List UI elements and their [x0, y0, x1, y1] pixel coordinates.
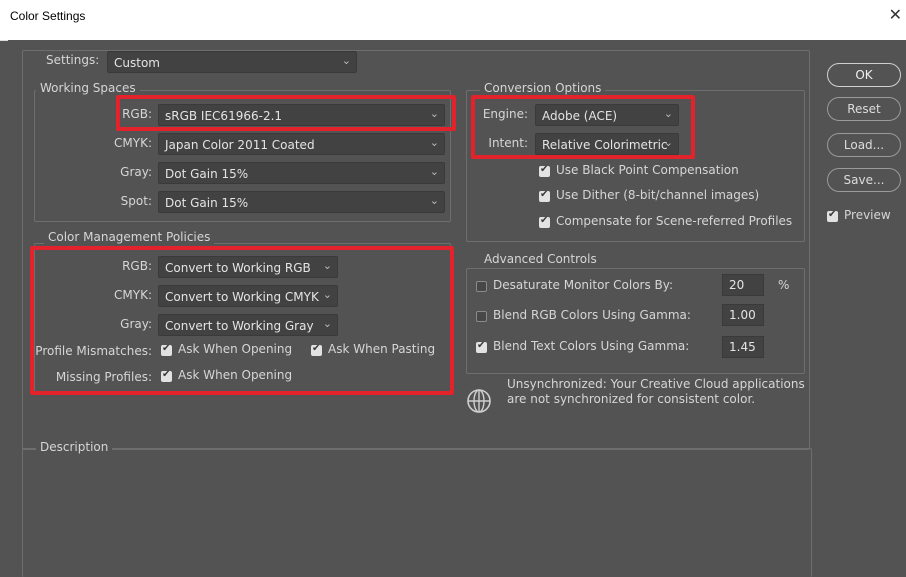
chevron-down-icon: ⌄	[429, 165, 439, 178]
color-sync-icon	[467, 389, 491, 413]
chevron-down-icon: ⌄	[429, 136, 439, 149]
desaturate-checkbox[interactable]	[476, 281, 487, 292]
preview-checkbox[interactable]	[827, 209, 838, 222]
working-spaces-legend: Working Spaces	[36, 81, 140, 95]
ws-cmyk-select[interactable]: Japan Color 2011 Coated ⌄	[158, 133, 445, 155]
ws-cmyk-value: Japan Color 2011 Coated	[165, 138, 315, 152]
blend-text-input[interactable]: 1.45	[722, 336, 764, 358]
color-settings-dialog: Settings: Custom ⌄ Working Spaces RGB: s…	[8, 40, 906, 577]
blend-rgb-checkbox[interactable]	[476, 311, 487, 322]
close-icon[interactable]: ✕	[889, 5, 902, 24]
conversion-options-legend: Conversion Options	[480, 81, 606, 95]
preview-label[interactable]: Preview	[844, 208, 891, 222]
title-bar: Color Settings ✕	[0, 0, 906, 41]
ws-gray-select[interactable]: Dot Gain 15% ⌄	[158, 162, 445, 184]
save-button[interactable]: Save...	[827, 168, 901, 192]
highlight-conversion-engine-intent	[471, 95, 695, 159]
black-point-checkbox[interactable]	[539, 164, 550, 177]
settings-label: Settings:	[46, 53, 100, 67]
dither-label[interactable]: Use Dither (8-bit/channel images)	[556, 188, 759, 202]
ws-spot-value: Dot Gain 15%	[165, 196, 249, 210]
ws-gray-label: Gray:	[120, 165, 152, 179]
ws-cmyk-label: CMYK:	[114, 136, 152, 150]
ws-spot-select[interactable]: Dot Gain 15% ⌄	[158, 191, 445, 213]
policies-legend: Color Management Policies	[44, 230, 215, 244]
blend-text-label[interactable]: Blend Text Colors Using Gamma:	[493, 339, 689, 353]
ok-button[interactable]: OK	[827, 63, 901, 87]
window-title: Color Settings	[10, 9, 86, 23]
scene-referred-label[interactable]: Compensate for Scene-referred Profiles	[556, 214, 792, 228]
chevron-down-icon: ⌄	[429, 194, 439, 207]
sync-message-line2: are not synchronized for consistent colo…	[507, 392, 756, 406]
load-button[interactable]: Load...	[827, 133, 901, 157]
blend-text-checkbox[interactable]	[476, 340, 487, 353]
sync-message-line1: Unsynchronized: Your Creative Cloud appl…	[507, 377, 805, 391]
blend-rgb-input[interactable]: 1.00	[722, 304, 764, 326]
dither-checkbox[interactable]	[539, 189, 550, 202]
settings-value: Custom	[114, 56, 160, 70]
chevron-down-icon: ⌄	[341, 54, 351, 67]
description-group	[22, 448, 812, 577]
description-legend: Description	[36, 440, 113, 454]
highlight-rgb-working-space	[116, 95, 456, 131]
ws-spot-label: Spot:	[120, 194, 152, 208]
black-point-label[interactable]: Use Black Point Compensation	[556, 163, 739, 177]
desaturate-label[interactable]: Desaturate Monitor Colors By:	[493, 278, 673, 292]
ws-gray-value: Dot Gain 15%	[165, 167, 249, 181]
highlight-policies	[30, 246, 454, 395]
scene-referred-checkbox[interactable]	[539, 215, 550, 228]
blend-rgb-label[interactable]: Blend RGB Colors Using Gamma:	[493, 308, 691, 322]
settings-select[interactable]: Custom ⌄	[107, 51, 357, 73]
desaturate-unit: %	[778, 278, 790, 292]
desaturate-input[interactable]: 20	[722, 274, 764, 296]
advanced-controls-legend: Advanced Controls	[480, 252, 601, 266]
reset-button[interactable]: Reset	[827, 97, 901, 121]
